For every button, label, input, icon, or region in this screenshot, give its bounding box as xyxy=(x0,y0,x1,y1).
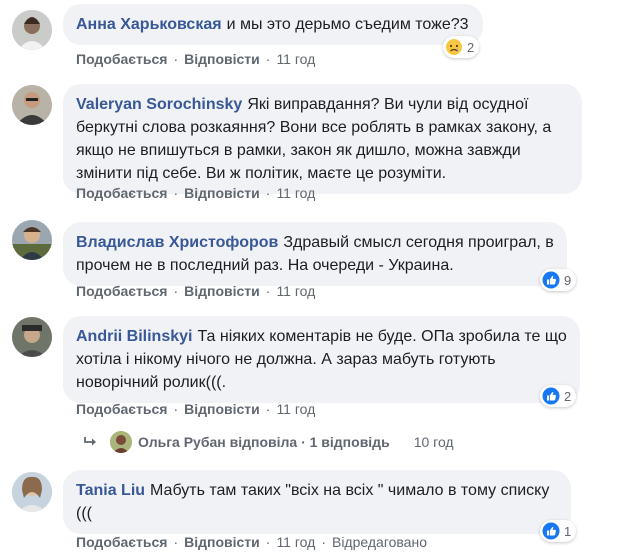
view-replies-link[interactable]: Ольга Рубан відповіла · 1 відповідь 10 г… xyxy=(84,431,454,453)
comment-author[interactable]: Tania Liu xyxy=(76,482,145,499)
like-icon xyxy=(542,522,560,540)
comment-author[interactable]: Andrii Bilinskyi xyxy=(76,328,192,345)
avatar[interactable] xyxy=(12,85,52,125)
like-link[interactable]: Подобається xyxy=(76,401,167,417)
comment-bubble: Владислав Христофоров Здравый смысл сегод… xyxy=(63,222,567,286)
reaction-count: 9 xyxy=(564,272,572,288)
replies-summary[interactable]: Ольга Рубан відповіла · 1 відповідь xyxy=(138,434,390,450)
sad-emoji-icon xyxy=(446,39,462,55)
reaction-count: 2 xyxy=(564,388,572,404)
timestamp[interactable]: 11 год xyxy=(276,185,315,201)
comment-bubble: Tania Liu Мабуть там таких "всіх на всіх … xyxy=(63,470,571,534)
timestamp: 10 год xyxy=(413,434,454,450)
comment-bubble: Анна Харьковская и мы это дерьмо съедим т… xyxy=(63,4,483,45)
comment-author[interactable]: Анна Харьковская xyxy=(76,16,222,33)
comment-actions: Подобається · Відповісти · 11 год xyxy=(76,401,316,417)
avatar[interactable] xyxy=(12,10,52,50)
like-link[interactable]: Подобається xyxy=(76,185,167,201)
comment-actions: Подобається · Відповісти · 11 год · Відредагов… xyxy=(76,534,427,550)
comment-actions: Подобається · Відповісти · 11 год xyxy=(76,51,316,67)
reply-link[interactable]: Відповісти xyxy=(184,534,260,550)
reply-link[interactable]: Відповісти xyxy=(184,185,260,201)
reaction-badge[interactable]: 2 xyxy=(540,385,577,407)
comment-text: Мабуть там таких "всіх на всіх " чимало … xyxy=(76,482,550,522)
avatar[interactable] xyxy=(12,317,52,357)
avatar[interactable] xyxy=(12,472,52,512)
reaction-badge[interactable]: 9 xyxy=(540,269,577,291)
avatar[interactable] xyxy=(12,220,52,260)
reply-link[interactable]: Відповісти xyxy=(184,51,260,67)
like-link[interactable]: Подобається xyxy=(76,51,167,67)
reaction-count: 2 xyxy=(467,39,475,55)
timestamp[interactable]: 11 год xyxy=(276,51,315,67)
like-icon xyxy=(542,271,560,289)
comment-author[interactable]: Владислав Христофоров xyxy=(76,234,278,251)
reply-link[interactable]: Відповісти xyxy=(184,401,260,417)
comment-actions: Подобається · Відповісти · 11 год xyxy=(76,185,316,201)
timestamp[interactable]: 11 год xyxy=(276,283,315,299)
comment-actions: Подобається · Відповісти · 11 год xyxy=(76,283,316,299)
reaction-badge[interactable]: 1 xyxy=(540,520,577,542)
reply-link[interactable]: Відповісти xyxy=(184,283,260,299)
comment-bubble: Valeryan Sorochinsky Які виправдання? Ви … xyxy=(63,84,582,194)
like-link[interactable]: Подобається xyxy=(76,534,167,550)
like-link[interactable]: Подобається xyxy=(76,283,167,299)
like-icon xyxy=(542,387,560,405)
comment-bubble: Andrii Bilinskyi Та ніяких коментарів не … xyxy=(63,316,580,403)
reaction-count: 1 xyxy=(564,523,572,539)
edited-label[interactable]: Відредаговано xyxy=(332,534,427,550)
reply-arrow-icon xyxy=(84,437,96,446)
reaction-badge[interactable]: 2 xyxy=(443,36,480,58)
timestamp[interactable]: 11 год xyxy=(276,401,315,417)
comment-text: и мы это дерьмо съедим тоже?3 xyxy=(226,16,469,33)
comment-author[interactable]: Valeryan Sorochinsky xyxy=(76,96,242,113)
timestamp[interactable]: 11 год xyxy=(276,534,315,550)
reply-avatar xyxy=(110,431,132,453)
